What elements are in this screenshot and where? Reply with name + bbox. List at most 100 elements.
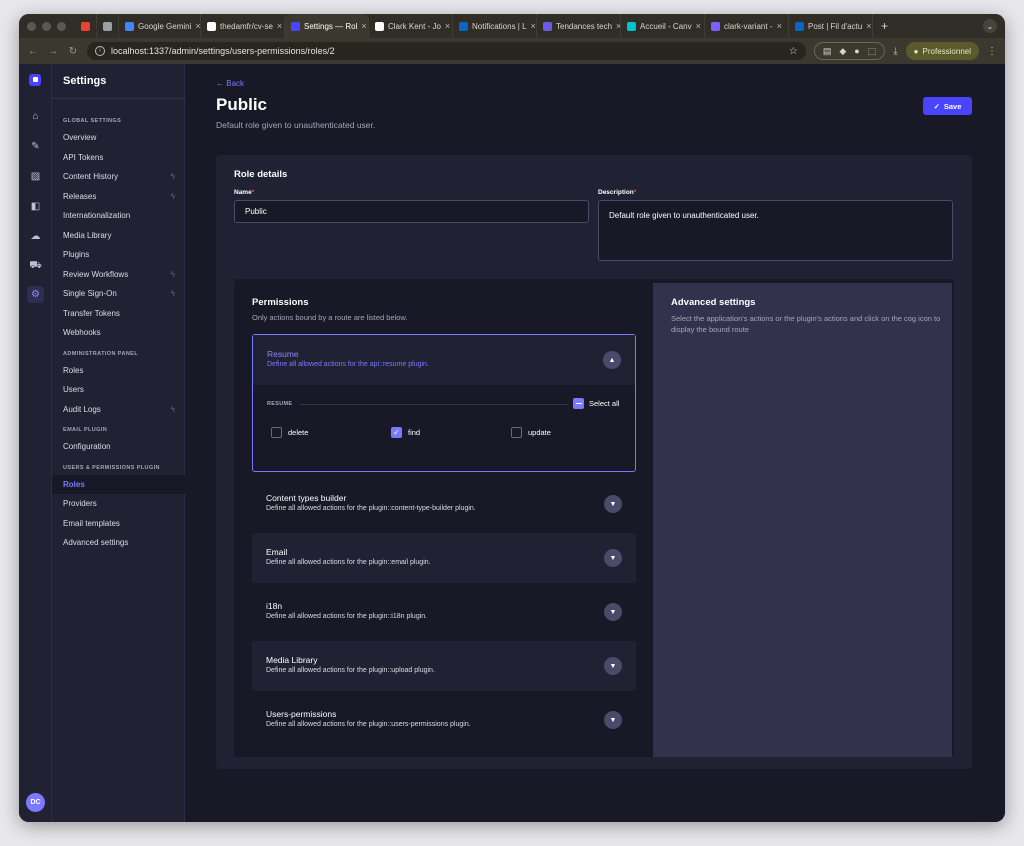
sidenav-item[interactable]: Internationalization (52, 206, 185, 226)
tab-favicon-icon (711, 21, 720, 31)
sidenav-item[interactable]: Overview (52, 128, 185, 148)
back-nav-icon[interactable]: ← (27, 46, 39, 57)
close-tab-icon[interactable]: × (696, 21, 701, 31)
chevron-down-icon[interactable]: ▼ (604, 657, 622, 675)
sidenav-item[interactable]: Audit Logs ϟ (52, 400, 185, 420)
accordion-plugin[interactable]: i18n Define all allowed actions for the p… (252, 587, 636, 637)
chevron-down-icon[interactable]: ▼ (604, 495, 622, 513)
action-checkbox[interactable]: delete (271, 427, 308, 438)
sidenav-item[interactable]: Releases ϟ (52, 187, 185, 207)
chevron-down-icon[interactable]: ▼ (604, 603, 622, 621)
sidenav-item[interactable]: Single Sign-On ϟ (52, 284, 185, 304)
action-checkbox[interactable]: update (511, 427, 551, 438)
content-manager-icon[interactable]: ◧ (27, 198, 44, 215)
browser-tab[interactable]: Notifications | L × (453, 14, 537, 38)
action-checkbox[interactable]: ✓ find (391, 427, 420, 438)
browser-menu-icon[interactable]: ⋮ (987, 46, 997, 57)
home-icon[interactable]: ⌂ (27, 108, 44, 125)
sidenav-item-label: Roles (63, 365, 84, 375)
settings-gear-icon[interactable]: ⚙ (27, 286, 44, 303)
close-tab-icon[interactable]: × (866, 21, 871, 31)
sidenav-item[interactable]: Advanced settings (52, 533, 185, 553)
chevron-down-icon[interactable]: ▼ (604, 549, 622, 567)
browser-tab[interactable]: Settings — Rol × (285, 14, 369, 38)
sidenav-item-label: Webhooks (63, 328, 101, 338)
close-tab-icon[interactable]: × (361, 21, 366, 31)
browser-tab[interactable] (97, 14, 119, 38)
sidenav-item[interactable]: API Tokens (52, 148, 185, 168)
sidenav-item[interactable]: Content History ϟ (52, 167, 185, 187)
sidenav-item[interactable]: Review Workflows ϟ (52, 265, 185, 285)
sidenav-item[interactable]: Providers (52, 494, 185, 514)
sidenav-item[interactable]: Configuration (52, 437, 185, 457)
chevron-down-icon[interactable]: ▼ (604, 711, 622, 729)
accordion-plugin[interactable]: Media Library Define all allowed actions … (252, 641, 636, 691)
extension-icon[interactable]: ● (854, 46, 859, 56)
browser-tab[interactable]: Accueil - Canv × (621, 14, 705, 38)
browser-tab[interactable] (75, 14, 97, 38)
select-all-checkbox[interactable]: Select all (573, 398, 619, 409)
tab-label: Notifications | L (472, 21, 527, 31)
sidenav-item[interactable]: Users (52, 380, 185, 400)
checkbox-checked-icon[interactable]: ✓ (391, 427, 402, 438)
extension-icon[interactable]: ▤ (823, 46, 832, 57)
site-info-icon[interactable]: i (95, 46, 105, 56)
browser-tab[interactable]: Google Gemini × (119, 14, 201, 38)
browser-tab[interactable]: Tendances tech × (537, 14, 621, 38)
close-tab-icon[interactable]: × (195, 21, 200, 31)
close-tab-icon[interactable]: × (531, 21, 536, 31)
cloud-icon[interactable]: ☁ (27, 228, 44, 245)
sidenav-item[interactable]: Roles (52, 474, 185, 494)
window-controls[interactable] (19, 21, 75, 31)
browser-tab[interactable]: Post | Fil d'actu × (789, 14, 873, 38)
reload-icon[interactable]: ↻ (67, 46, 79, 57)
save-button[interactable]: ✓ Save (923, 97, 972, 115)
extension-icon[interactable]: ◆ (839, 46, 846, 57)
puzzle-icon[interactable]: ⬚ (868, 46, 877, 57)
bookmark-star-icon[interactable]: ☆ (789, 46, 798, 57)
description-textarea[interactable]: Default role given to unauthenticated us… (598, 200, 953, 261)
extensions-group[interactable]: ▤ ◆ ● ⬚ (813, 42, 886, 60)
avatar[interactable]: DC (26, 793, 45, 812)
accordion-plugin[interactable]: Email Define all allowed actions for the … (252, 533, 636, 583)
sidenav-item[interactable]: Webhooks (52, 323, 185, 343)
action-label: find (408, 428, 421, 437)
profile-button[interactable]: ● Professionnel (905, 42, 979, 60)
sidenav-item[interactable]: Transfer Tokens (52, 304, 185, 324)
forward-nav-icon[interactable]: → (47, 46, 59, 57)
name-input[interactable]: Public (234, 200, 589, 223)
sidenav-item[interactable]: Email templates (52, 514, 185, 534)
chevron-up-icon[interactable]: ▲ (603, 351, 621, 369)
close-tab-icon[interactable]: × (445, 21, 450, 31)
close-tab-icon[interactable]: × (777, 21, 782, 31)
browser-tab[interactable]: thedamfr/cv-se × (201, 14, 285, 38)
url-field[interactable]: i localhost:1337/admin/settings/users-pe… (87, 42, 806, 60)
new-tab-button[interactable]: + (873, 19, 896, 33)
sidenav-item[interactable]: Roles (52, 361, 185, 381)
accordion-plugin[interactable]: Content types builder Define all allowed … (252, 479, 636, 529)
content-builder-icon[interactable]: ✎ (27, 138, 44, 155)
lightning-icon: ϟ (170, 191, 175, 201)
checkbox-indeterminate-icon[interactable] (573, 398, 584, 409)
tab-favicon-icon (207, 21, 216, 31)
browser-tab[interactable]: Clark Kent - Jo × (369, 14, 453, 38)
media-library-icon[interactable]: ▨ (27, 168, 44, 185)
checkbox-icon[interactable] (271, 427, 282, 438)
tab-search-icon[interactable]: ⌄ (983, 19, 997, 33)
sidenav-item[interactable]: Plugins (52, 245, 185, 265)
marketplace-cart-icon[interactable]: ⛟ (27, 258, 44, 275)
accordion-header[interactable]: Resume Define all allowed actions for th… (253, 335, 635, 385)
sidenav-item-label: Users (63, 385, 84, 395)
sidenav-item[interactable]: Media Library (52, 226, 185, 246)
strapi-logo-icon[interactable] (29, 74, 41, 86)
advanced-settings-title: Advanced settings (671, 297, 756, 308)
back-link[interactable]: ← Back (216, 79, 244, 88)
browser-tab[interactable]: clark-variant - × (705, 14, 789, 38)
checkbox-icon[interactable] (511, 427, 522, 438)
download-icon[interactable]: ⤓ (893, 46, 897, 57)
close-tab-icon[interactable]: × (277, 21, 282, 31)
accordion-plugin[interactable]: Users-permissions Define all allowed acti… (252, 695, 636, 745)
back-label: Back (226, 79, 245, 88)
accordion-description: Define all allowed actions for the plugi… (266, 721, 471, 728)
browser-window: Google Gemini × thedamfr/cv-se × Settings — … (19, 14, 1005, 822)
